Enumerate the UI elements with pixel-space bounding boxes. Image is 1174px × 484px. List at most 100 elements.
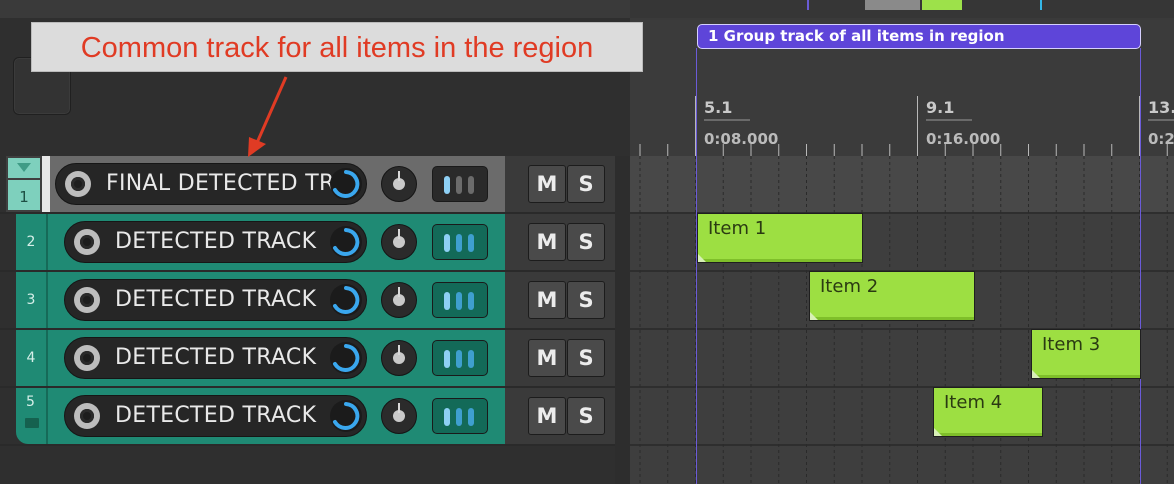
track-name-box[interactable]: DETECTED TRACK bbox=[64, 395, 367, 437]
track-indent bbox=[0, 330, 15, 388]
media-item-2[interactable]: Item 2 bbox=[809, 271, 975, 321]
top-item-gray[interactable] bbox=[865, 0, 920, 10]
pan-knob-icon[interactable] bbox=[381, 224, 417, 260]
media-item-4[interactable]: Item 4 bbox=[933, 387, 1043, 437]
record-arm-icon[interactable] bbox=[74, 403, 100, 429]
media-item-1[interactable]: Item 1 bbox=[697, 213, 863, 263]
region-group-bar[interactable]: 1 Group track of all items in region bbox=[697, 24, 1141, 49]
track-name: DETECTED TRACK bbox=[115, 229, 317, 254]
meter-bar bbox=[468, 292, 474, 310]
solo-button[interactable]: S bbox=[567, 281, 605, 319]
solo-button[interactable]: S bbox=[567, 223, 605, 261]
track-number: 2 bbox=[16, 214, 46, 270]
track-name: DETECTED TRACK bbox=[115, 403, 317, 428]
meter-bar bbox=[456, 176, 462, 194]
lane-separator bbox=[630, 444, 1174, 446]
io-meter-button[interactable] bbox=[432, 224, 488, 260]
track-name-box[interactable]: DETECTED TRACK bbox=[64, 337, 367, 379]
meter-bar bbox=[444, 234, 450, 252]
top-item-green[interactable] bbox=[922, 0, 962, 10]
item-corner-icon bbox=[934, 428, 942, 436]
io-meter-button[interactable] bbox=[432, 166, 488, 202]
track-name-box[interactable]: FINAL DETECTED TR bbox=[55, 163, 367, 205]
pan-knob-icon[interactable] bbox=[381, 398, 417, 434]
top-strip bbox=[0, 0, 1174, 23]
volume-knob-icon[interactable] bbox=[330, 284, 362, 316]
item-corner-icon bbox=[1032, 370, 1040, 378]
tcp-divider[interactable] bbox=[615, 156, 630, 484]
track-number: 4 bbox=[16, 330, 46, 386]
mute-button[interactable]: M bbox=[528, 223, 566, 261]
track-row-4[interactable]: 4 DETECTED TRACK M S bbox=[0, 330, 615, 388]
track-name-box[interactable]: DETECTED TRACK bbox=[64, 221, 367, 263]
meter-bar bbox=[456, 234, 462, 252]
meter-bar bbox=[456, 408, 462, 426]
annotation-arrow bbox=[248, 76, 288, 157]
folder-lane bbox=[630, 156, 1174, 212]
track-name-box[interactable]: DETECTED TRACK bbox=[64, 279, 367, 321]
meter-bar bbox=[468, 350, 474, 368]
media-item-3[interactable]: Item 3 bbox=[1031, 329, 1141, 379]
ruler-bar-label-3: 13. bbox=[1148, 98, 1174, 117]
track-row-3[interactable]: 3 DETECTED TRACK M S bbox=[0, 272, 615, 330]
record-arm-icon[interactable] bbox=[65, 171, 91, 197]
pan-knob-icon[interactable] bbox=[381, 166, 417, 202]
annotation-callout: Common track for all items in the region bbox=[31, 22, 643, 72]
item-label: Item 4 bbox=[944, 392, 1003, 413]
volume-arc bbox=[333, 170, 360, 198]
item-corner-icon bbox=[698, 254, 706, 262]
item-edge bbox=[934, 433, 1042, 436]
io-meter-button[interactable] bbox=[432, 398, 488, 434]
mute-button[interactable]: M bbox=[528, 281, 566, 319]
track-row-1[interactable]: 1 FINAL DETECTED TR M S bbox=[0, 156, 615, 214]
volume-knob-icon[interactable] bbox=[330, 400, 362, 432]
record-arm-icon[interactable] bbox=[74, 345, 100, 371]
meter-bar bbox=[444, 350, 450, 368]
ruler-bar-label-1: 5.1 bbox=[704, 98, 733, 117]
track-number-cell: 5 bbox=[16, 388, 46, 444]
record-arm-icon[interactable] bbox=[74, 287, 100, 313]
ruler-time-label-2: 0:16.000 bbox=[926, 130, 1001, 148]
track-row-2[interactable]: 2 DETECTED TRACK M S bbox=[0, 214, 615, 272]
pan-knob-icon[interactable] bbox=[381, 340, 417, 376]
mute-button[interactable]: M bbox=[528, 397, 566, 435]
track-number: 3 bbox=[16, 272, 46, 328]
volume-arc bbox=[333, 286, 360, 314]
io-meter-button[interactable] bbox=[432, 340, 488, 376]
item-label: Item 3 bbox=[1042, 334, 1101, 355]
indent-line bbox=[46, 388, 48, 444]
volume-knob-icon[interactable] bbox=[330, 168, 362, 200]
top-cursor-line bbox=[1040, 0, 1042, 10]
record-arm-icon[interactable] bbox=[74, 229, 100, 255]
pan-knob-icon[interactable] bbox=[381, 282, 417, 318]
track-name: FINAL DETECTED TR bbox=[106, 171, 335, 196]
volume-arc bbox=[333, 344, 360, 372]
top-marker-line bbox=[807, 0, 809, 10]
ruler-time-label-1: 0:08.000 bbox=[704, 130, 779, 148]
solo-button[interactable]: S bbox=[567, 165, 605, 203]
item-label: Item 2 bbox=[820, 276, 879, 297]
track-indent bbox=[0, 214, 15, 272]
folder-collapse-button[interactable] bbox=[8, 158, 40, 178]
mute-button[interactable]: M bbox=[528, 165, 566, 203]
folder-end-icon bbox=[25, 418, 39, 428]
item-corner-icon bbox=[810, 312, 818, 320]
volume-arc bbox=[333, 402, 360, 430]
meter-bar bbox=[456, 292, 462, 310]
volume-knob-icon[interactable] bbox=[330, 342, 362, 374]
track-separator bbox=[0, 444, 615, 446]
region-start-line bbox=[696, 48, 697, 484]
solo-button[interactable]: S bbox=[567, 339, 605, 377]
meter-bar bbox=[456, 350, 462, 368]
track-row-5[interactable]: 5 DETECTED TRACK M S bbox=[0, 388, 615, 446]
item-label: Item 1 bbox=[708, 218, 767, 239]
solo-button[interactable]: S bbox=[567, 397, 605, 435]
track-number: 5 bbox=[26, 394, 35, 410]
meter-bar bbox=[468, 176, 474, 194]
io-meter-button[interactable] bbox=[432, 282, 488, 318]
volume-knob-icon[interactable] bbox=[330, 226, 362, 258]
track-indent bbox=[0, 388, 15, 446]
mute-button[interactable]: M bbox=[528, 339, 566, 377]
indent-line bbox=[46, 214, 48, 270]
folder-toggle-area[interactable]: 1 bbox=[6, 156, 42, 212]
